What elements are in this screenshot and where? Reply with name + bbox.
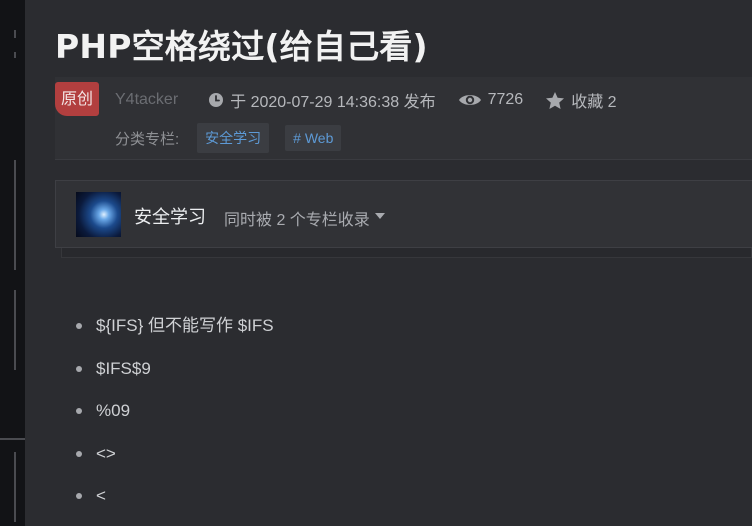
article-panel: PHP空格绕过(给自己看) 原创 Y4tacker 于 2020-07-29 1…	[25, 0, 752, 526]
clock-icon	[209, 93, 224, 107]
tag-web[interactable]: # Web	[285, 125, 342, 151]
view-count: 7726	[458, 91, 524, 109]
star-icon	[546, 91, 565, 109]
eye-icon	[458, 95, 481, 105]
caret-down-icon	[374, 213, 385, 219]
category-line: 分类专栏: 安全学习 # Web	[115, 123, 357, 153]
left-sidebar-strip	[0, 0, 25, 526]
tag-security-study[interactable]: 安全学习	[197, 123, 270, 153]
column-name[interactable]: 安全学习	[134, 203, 206, 229]
favorite-button[interactable]: 收藏 2	[545, 88, 617, 112]
column-subtitle: 同时被 2 个专栏收录	[224, 212, 370, 229]
view-count-text: 7726	[487, 91, 524, 108]
meta-info-line: Y4tacker 于 2020-07-29 14:36:38 发布 7726 收…	[115, 89, 639, 111]
list-item: <	[70, 475, 274, 518]
column-card[interactable]: 安全学习 同时被 2 个专栏收录	[55, 180, 752, 248]
list-item: <>	[70, 433, 274, 476]
author-link[interactable]: Y4tacker	[115, 91, 178, 109]
list-item: %09	[70, 390, 274, 433]
column-thumbnail	[76, 192, 121, 237]
favorite-count-text: 收藏 2	[571, 94, 617, 111]
original-badge: 原创	[55, 82, 99, 116]
list-item: ${IFS} 但不能写作 $IFS	[70, 305, 274, 348]
column-box-shadow	[61, 248, 752, 258]
article-meta: 原创 Y4tacker 于 2020-07-29 14:36:38 发布 772…	[55, 77, 752, 160]
category-label: 分类专栏:	[115, 130, 180, 148]
publish-time: 于 2020-07-29 14:36:38 发布	[208, 88, 436, 112]
article-title: PHP空格绕过(给自己看)	[55, 27, 428, 66]
publish-time-text: 于 2020-07-29 14:36:38 发布	[230, 94, 436, 111]
content-list: ${IFS} 但不能写作 $IFS $IFS$9 %09 <> <	[70, 305, 274, 518]
list-item: $IFS$9	[70, 348, 274, 391]
column-dropdown[interactable]: 同时被 2 个专栏收录	[224, 206, 385, 230]
